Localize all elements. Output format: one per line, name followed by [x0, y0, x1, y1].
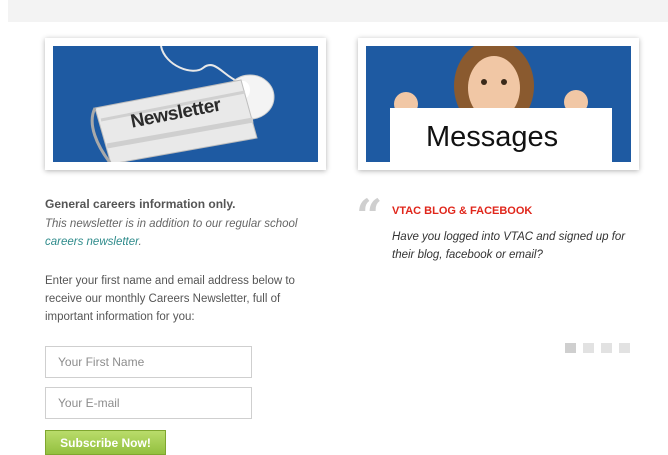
- note-text: This newsletter is in addition to our re…: [45, 218, 298, 230]
- first-name-input[interactable]: [45, 346, 252, 378]
- email-input[interactable]: [45, 387, 252, 419]
- newsletter-image: Newsletter: [53, 46, 318, 162]
- signup-instructions: Enter your first name and email address …: [45, 275, 295, 323]
- note-suffix: .: [138, 236, 142, 248]
- carousel-dot-4[interactable]: [619, 343, 630, 353]
- lead-text: General careers information only.: [45, 197, 236, 211]
- top-bar: [8, 0, 668, 22]
- careers-newsletter-link[interactable]: careers newsletter: [45, 236, 139, 248]
- messages-image-card[interactable]: Messages: [358, 38, 639, 170]
- messages-image: Messages: [366, 46, 631, 162]
- newsletter-note: This newsletter is in addition to our re…: [45, 215, 335, 251]
- carousel-dot-2[interactable]: [583, 343, 594, 353]
- carousel-dot-3[interactable]: [601, 343, 612, 353]
- subscribe-button[interactable]: Subscribe Now!: [45, 430, 166, 455]
- newsletter-image-card[interactable]: Newsletter: [45, 38, 326, 170]
- blog-body: Have you logged into VTAC and signed up …: [392, 231, 626, 261]
- carousel-dot-1[interactable]: [565, 343, 576, 353]
- blog-title: VTAC BLOG & FACEBOOK: [392, 205, 533, 217]
- carousel-pagination: [565, 343, 630, 353]
- quote-mark-icon: “: [356, 189, 383, 243]
- messages-image-text: Messages: [426, 121, 559, 153]
